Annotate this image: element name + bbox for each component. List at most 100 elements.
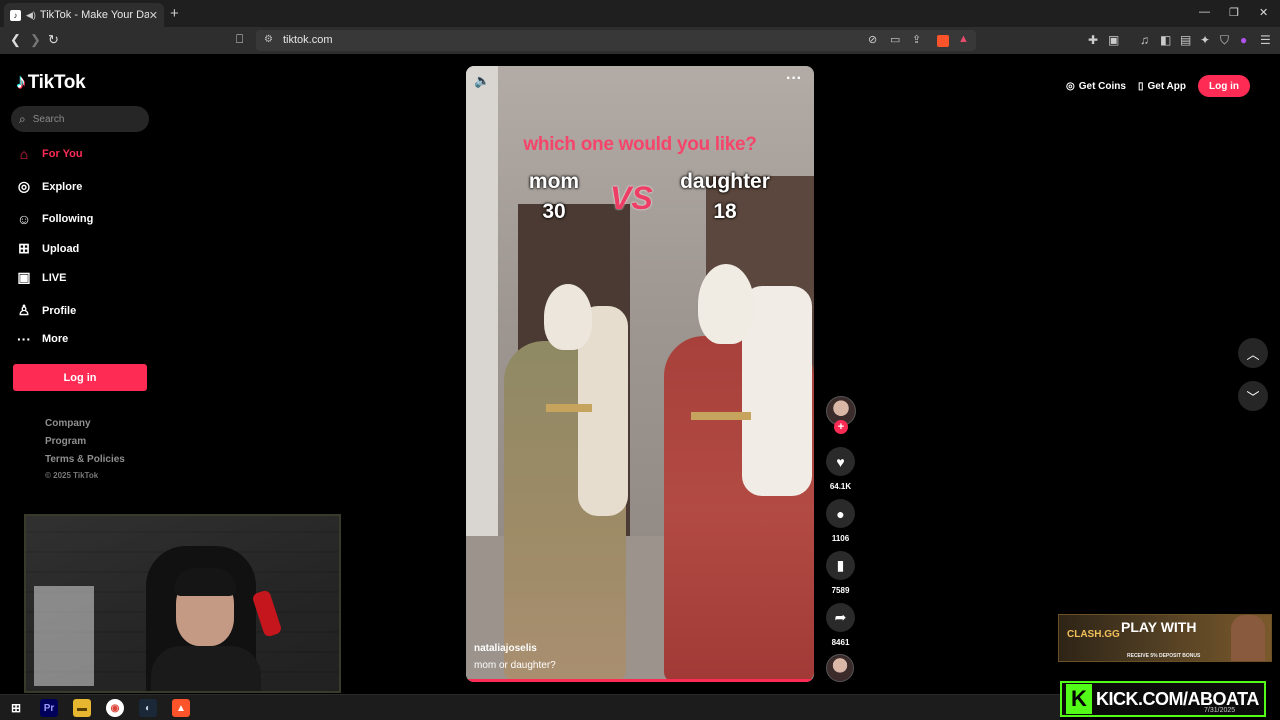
- footer-link-program[interactable]: Program: [45, 436, 86, 447]
- video-author[interactable]: nataliajoselis: [474, 643, 537, 654]
- header-actions: ◎ Get Coins ▯ Get App Log in: [1066, 73, 1250, 99]
- webcam-shelf: [34, 586, 94, 686]
- get-app-button[interactable]: ▯ Get App: [1138, 81, 1186, 92]
- get-app-label: Get App: [1147, 80, 1186, 92]
- media-icon[interactable]: ♫: [1140, 33, 1149, 47]
- extensions-icon[interactable]: ✚: [1088, 33, 1098, 47]
- browser-tab-tiktok[interactable]: ♪ ◀) TikTok - Make Your Day ✕: [4, 3, 164, 27]
- sidebar-toggle-icon[interactable]: ◧: [1160, 33, 1171, 47]
- premiere-pro-icon[interactable]: Pr: [40, 699, 58, 717]
- logo-text: TikTok: [27, 71, 86, 93]
- comment-button[interactable]: ●: [826, 499, 855, 528]
- translate-icon[interactable]: ⊘: [868, 33, 877, 46]
- profile-avatar-icon[interactable]: ●: [1240, 33, 1247, 47]
- vpn-icon[interactable]: ⛉: [1220, 33, 1229, 48]
- leo-ai-icon[interactable]: ✦: [1200, 33, 1210, 47]
- sidebar-item-label: Following: [42, 213, 94, 225]
- footer-link-company[interactable]: Company: [45, 418, 91, 429]
- previous-video-button[interactable]: ︿: [1238, 338, 1268, 368]
- next-video-button[interactable]: ﹀: [1238, 381, 1268, 411]
- cast-icon[interactable]: ▭: [890, 33, 900, 46]
- footer-link-terms[interactable]: Terms & Policies: [45, 454, 125, 465]
- sidebar-item-more[interactable]: ··· More: [15, 331, 68, 347]
- video-left-age: 30: [542, 200, 566, 223]
- tiktok-logo[interactable]: ♪ TikTok: [16, 71, 86, 94]
- back-icon[interactable]: ❮: [10, 32, 21, 48]
- file-explorer-icon[interactable]: ▬: [73, 699, 91, 717]
- sidebar-item-live[interactable]: ▣ LIVE: [15, 269, 66, 286]
- heart-icon: ♥: [836, 453, 845, 470]
- share-icon[interactable]: ⇪: [912, 33, 921, 46]
- video-vs-label: VS: [610, 180, 653, 216]
- brave-rewards-icon[interactable]: ▲: [958, 33, 969, 45]
- screenshot-icon[interactable]: ▣: [1108, 33, 1119, 47]
- site-settings-icon[interactable]: ⚙: [264, 34, 273, 45]
- video-right-label: daughter: [680, 170, 770, 193]
- address-bar[interactable]: ⚙ tiktok.com ⊘ ▭ ⇪ ▲: [256, 30, 976, 51]
- sidebar-item-following[interactable]: ☺ Following: [15, 211, 93, 227]
- brave-browser-icon[interactable]: ▲: [172, 699, 190, 717]
- phone-icon: ▯: [1137, 80, 1144, 92]
- sidebar-item-profile[interactable]: ♙ Profile: [15, 302, 77, 319]
- compass-icon: ◎: [17, 178, 31, 194]
- wallet-icon[interactable]: ▤: [1180, 33, 1191, 47]
- brave-shields-icon[interactable]: [937, 35, 949, 47]
- windows-start-icon[interactable]: ⊞: [7, 699, 25, 717]
- video-left-label: mom: [528, 170, 580, 193]
- restore-icon[interactable]: ❐: [1229, 6, 1239, 19]
- video-right-age: 18: [713, 200, 737, 223]
- clash-ad-banner: CLASH.GG PLAY WITH RECEIVE 5% DEPOSIT BO…: [1058, 614, 1272, 662]
- bookmark-icon: ▮: [836, 557, 845, 573]
- clash-subtext: RECEIVE 5% DEPOSIT BONUS: [1127, 653, 1201, 659]
- tiktok-note-icon: ♪: [16, 71, 26, 93]
- minimize-icon[interactable]: —: [1199, 6, 1210, 18]
- comment-count: 1106: [831, 534, 850, 543]
- url-text[interactable]: tiktok.com: [283, 34, 333, 46]
- streamer-body: [151, 646, 261, 691]
- sidebar-login-button[interactable]: Log in: [13, 364, 147, 391]
- chrome-icon[interactable]: ◉: [106, 699, 124, 717]
- streamer-hair: [174, 568, 236, 596]
- sidebar-item-upload[interactable]: ⊞ Upload: [15, 240, 79, 257]
- clash-character: [1231, 615, 1265, 661]
- chevron-up-icon: ︿: [1246, 346, 1260, 362]
- sound-avatar[interactable]: [826, 654, 854, 682]
- video-progress-bar[interactable]: [466, 679, 814, 682]
- reload-icon[interactable]: ↻: [48, 32, 59, 48]
- window-close-icon[interactable]: ✕: [1259, 6, 1268, 19]
- share-button[interactable]: ➦: [826, 603, 855, 632]
- sidebar-item-label: LIVE: [42, 271, 67, 284]
- profile-icon: ♙: [17, 302, 31, 318]
- browser-menu-icon[interactable]: ☰: [1260, 33, 1271, 47]
- volume-icon[interactable]: 🔈: [474, 73, 490, 89]
- forward-icon[interactable]: ❯: [30, 32, 41, 48]
- bookmark-icon[interactable]: ⎕: [236, 32, 243, 47]
- save-button[interactable]: ▮: [826, 551, 855, 580]
- video-overlay-title: which one would you like?: [523, 134, 757, 155]
- header-login-button[interactable]: Log in: [1198, 75, 1250, 97]
- search-icon: ⌕: [19, 111, 26, 126]
- new-tab-icon[interactable]: +: [170, 5, 179, 22]
- video-player[interactable]: 🔈 ··· which one would you like? mom 30 V…: [466, 66, 814, 682]
- save-count: 7589: [831, 586, 850, 595]
- live-icon: ▣: [17, 269, 31, 285]
- streamer-webcam: [24, 514, 341, 693]
- comment-icon: ●: [836, 505, 845, 522]
- steam-icon[interactable]: ◐: [139, 699, 157, 717]
- like-button[interactable]: ♥: [826, 447, 855, 476]
- sidebar-item-for-you[interactable]: ⌂ For You: [15, 146, 83, 162]
- get-coins-button[interactable]: ◎ Get Coins: [1066, 81, 1126, 92]
- clash-brand: CLASH.GG: [1067, 629, 1120, 640]
- follow-plus-icon[interactable]: +: [834, 420, 848, 434]
- browser-nav-bar: ❮ ❯ ↻ ⎕ ⚙ tiktok.com ⊘ ▭ ⇪ ▲ ✚ ▣ ♫ ◧ ▤ ✦…: [0, 27, 1280, 54]
- chevron-down-icon: ﹀: [1246, 389, 1260, 405]
- sidebar-item-label: For You: [42, 148, 83, 160]
- windows-taskbar: ⊞ Pr ▬ ◉ ◐ ▲: [0, 694, 1060, 720]
- sidebar-item-label: Explore: [42, 180, 83, 193]
- daughter-head: [698, 264, 754, 344]
- search-input[interactable]: ⌕ Search: [11, 106, 149, 132]
- video-menu-icon[interactable]: ···: [786, 70, 802, 88]
- speaker-icon[interactable]: ◀): [26, 10, 36, 21]
- sidebar-item-explore[interactable]: ◎ Explore: [15, 178, 82, 195]
- close-tab-icon[interactable]: ✕: [149, 9, 158, 22]
